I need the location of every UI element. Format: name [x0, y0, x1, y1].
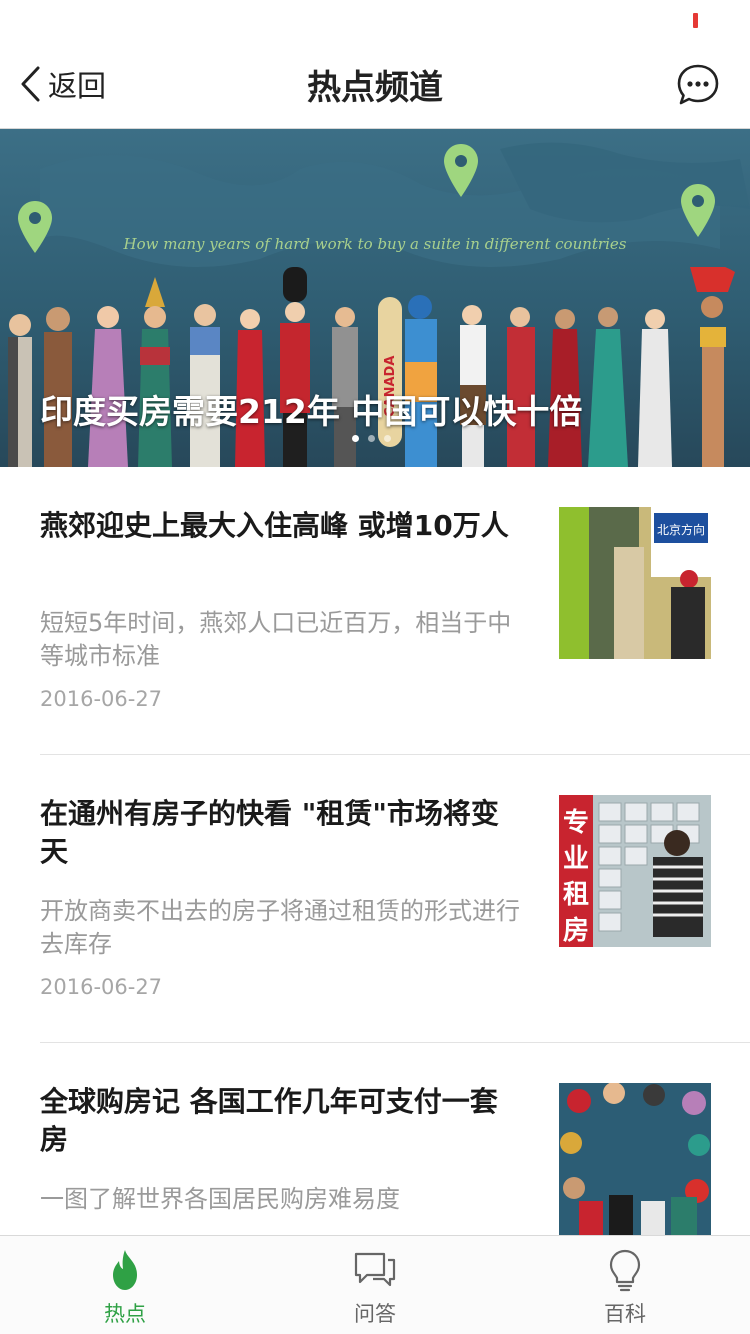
tab-label: 百科: [604, 1302, 646, 1326]
article-title: 在通州有房子的快看 "租赁"市场将变天: [40, 797, 499, 868]
bottom-tab-bar: 热点 问答 百科: [0, 1235, 750, 1334]
status-bar: [0, 0, 750, 40]
battery-indicator: [693, 13, 698, 28]
article-thumbnail: 专 业 租 房: [559, 795, 711, 947]
article-item[interactable]: 在通州有房子的快看 "租赁"市场将变天 开放商卖不出去的房子将通过租赁的形式进行…: [40, 755, 750, 1043]
more-options-button[interactable]: [676, 63, 720, 107]
thumb-sign-text: 北京方向: [657, 522, 705, 537]
article-thumbnail: 北京方向: [559, 507, 711, 659]
tab-qa[interactable]: 问答: [250, 1236, 500, 1334]
carousel-dot[interactable]: [352, 435, 359, 442]
article-thumbnail: [559, 1083, 711, 1235]
article-date: 2016-06-27: [40, 975, 163, 999]
page: 返回 热点频道 How many years of hard work to b…: [0, 0, 750, 1334]
article-summary: 一图了解世界各国居民购房难易度: [40, 1185, 400, 1213]
tab-wiki[interactable]: 百科: [500, 1236, 750, 1334]
article-title: 燕郊迎史上最大入住高峰 或增10万人: [40, 509, 509, 542]
svg-text:专: 专: [563, 808, 589, 838]
svg-text:租: 租: [563, 880, 589, 910]
carousel-dot[interactable]: [384, 435, 391, 442]
nav-bar: 返回 热点频道: [0, 40, 750, 129]
chat-bubbles-icon: [354, 1252, 396, 1287]
page-title: 热点频道: [307, 68, 443, 108]
hero-banner[interactable]: How many years of hard work to buy a sui…: [0, 129, 750, 467]
carousel-dot[interactable]: [368, 435, 375, 442]
article-summary: 开放商卖不出去的房子将通过租赁的形式进行去库存: [40, 897, 520, 958]
tab-label: 热点: [104, 1302, 146, 1326]
banner-subtitle: How many years of hard work to buy a sui…: [123, 235, 627, 253]
svg-text:房: 房: [563, 916, 589, 946]
chat-dots-icon: [677, 64, 719, 105]
flame-icon: [113, 1250, 137, 1290]
banner-caption: 印度买房需要212年 中国可以快十倍: [40, 392, 583, 431]
tab-hot[interactable]: 热点: [0, 1236, 250, 1334]
lightbulb-icon: [609, 1249, 641, 1292]
carousel-indicator[interactable]: [352, 435, 391, 442]
article-title: 全球购房记 各国工作几年可支付一套房: [40, 1085, 498, 1156]
svg-text:业: 业: [563, 844, 589, 874]
article-item[interactable]: 燕郊迎史上最大入住高峰 或增10万人 短短5年时间，燕郊人口已近百万，相当于中等…: [40, 467, 750, 755]
location-pin-icon: [444, 144, 478, 197]
tab-label: 问答: [354, 1302, 396, 1326]
article-list: 燕郊迎史上最大入住高峰 或增10万人 短短5年时间，燕郊人口已近百万，相当于中等…: [0, 467, 750, 1331]
article-date: 2016-06-27: [40, 687, 163, 711]
article-summary: 短短5年时间，燕郊人口已近百万，相当于中等城市标准: [40, 609, 512, 670]
